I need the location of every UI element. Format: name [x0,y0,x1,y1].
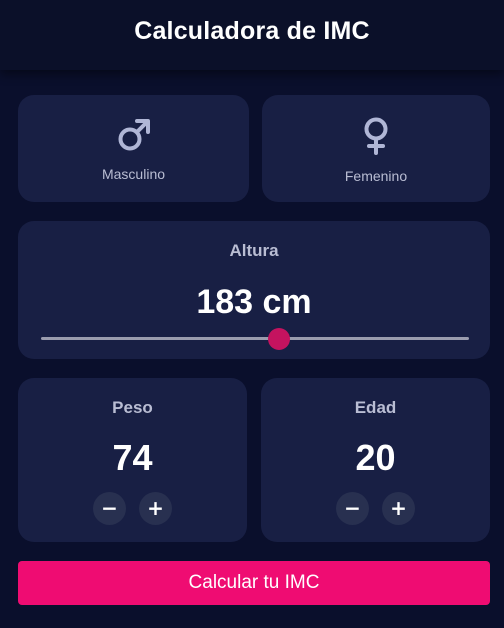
weight-value: 74 [112,437,153,478]
height-card: Altura 183 cm [18,221,490,359]
weight-card: Peso 74 − + [18,378,247,542]
weight-decrement-button[interactable]: − [93,492,126,525]
weight-increment-button[interactable]: + [139,492,172,525]
gender-label-male: Masculino [101,166,166,182]
app-header: Calculadora de IMC [0,0,504,70]
height-value: 183 cm [196,283,312,321]
age-title: Edad [354,398,397,417]
calculate-bmi-button[interactable]: Calcular tu IMC [18,561,490,605]
gender-label-female: Femenino [344,168,408,184]
page-title: Calculadora de IMC [134,16,370,45]
weight-buttons: − + [18,492,247,525]
gender-card-male[interactable]: Masculino [18,95,249,202]
height-title: Altura [229,241,279,260]
height-slider-track[interactable] [41,337,469,340]
height-slider-thumb[interactable] [267,328,290,350]
female-icon [364,117,388,155]
age-increment-button[interactable]: + [382,492,415,525]
age-value: 20 [355,437,396,478]
bmi-calculator-app: Calculadora de IMC Masculino Femenino Al… [0,0,504,628]
age-buttons: − + [261,492,490,525]
male-icon [118,119,150,151]
weight-title: Peso [112,398,153,417]
age-card: Edad 20 − + [261,378,490,542]
age-decrement-button[interactable]: − [336,492,369,525]
gender-card-female[interactable]: Femenino [262,95,490,202]
